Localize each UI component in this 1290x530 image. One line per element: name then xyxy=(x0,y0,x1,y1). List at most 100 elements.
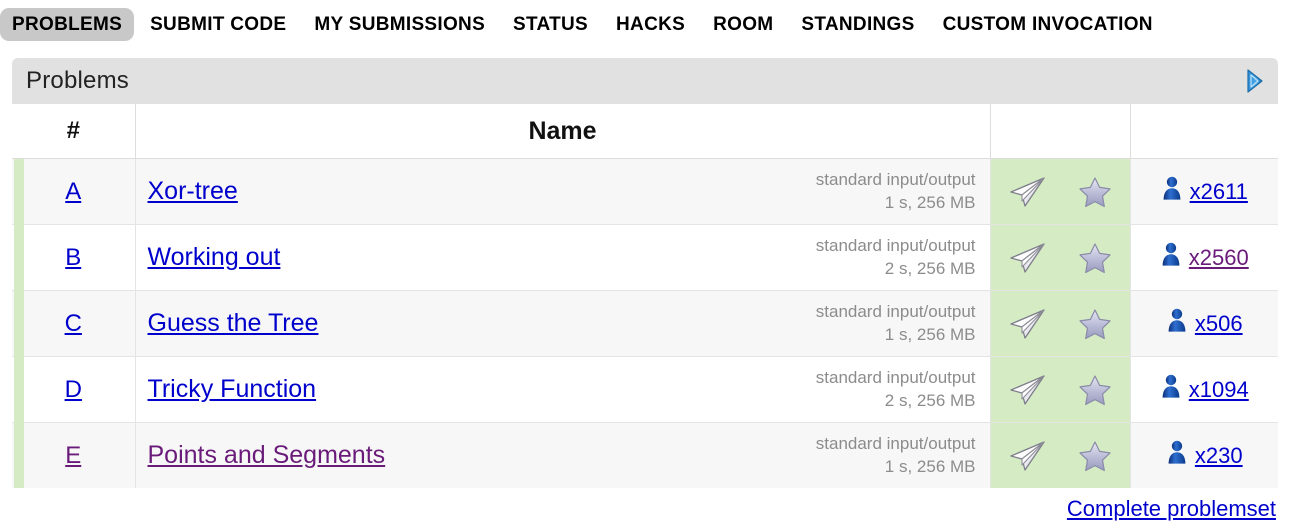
cell-name: Points and Segments standard input/output… xyxy=(135,422,991,488)
solved-count-group: x1094 xyxy=(1131,357,1279,422)
problems-panel: Problems # Name A Xor-tree standard inpu… xyxy=(12,58,1278,488)
nav-item-status[interactable]: STATUS xyxy=(501,8,600,41)
problem-index-link[interactable]: A xyxy=(12,178,135,206)
cell-index: C xyxy=(12,290,136,357)
star-icon[interactable] xyxy=(1077,439,1113,473)
problems-table: # Name A Xor-tree standard input/output 1 s… xyxy=(12,104,1278,488)
problem-limits: standard input/output 2 s, 256 MB xyxy=(816,235,976,281)
nav-item-custom-invocation[interactable]: CUSTOM INVOCATION xyxy=(931,8,1165,41)
solved-count-link[interactable]: x506 xyxy=(1195,311,1243,337)
table-header-row: # Name xyxy=(12,104,1278,159)
complete-problemset-link[interactable]: Complete problemset xyxy=(1067,496,1276,521)
star-icon[interactable] xyxy=(1077,175,1113,209)
nav-item-standings[interactable]: STANDINGS xyxy=(789,8,926,41)
problem-limits: standard input/output 1 s, 256 MB xyxy=(816,433,976,479)
paper-plane-icon[interactable] xyxy=(1007,373,1047,407)
problem-name-row: Points and Segments standard input/output… xyxy=(136,423,990,488)
problem-io: standard input/output xyxy=(815,367,976,387)
star-icon[interactable] xyxy=(1077,373,1113,407)
solved-count-group: x230 xyxy=(1131,423,1279,488)
cell-actions xyxy=(990,356,1131,423)
cell-actions xyxy=(990,422,1131,488)
problem-limits: standard input/output 1 s, 256 MB xyxy=(816,169,976,215)
table-row: C Guess the Tree standard input/output 1 s,… xyxy=(12,290,1279,357)
column-header-name: Name xyxy=(135,104,991,159)
problems-panel-header: Problems xyxy=(12,58,1278,104)
solved-count-link[interactable]: x1094 xyxy=(1189,377,1249,403)
problem-time-memory: 1 s, 256 MB xyxy=(884,456,976,476)
table-row: D Tricky Function standard input/output 2 s… xyxy=(12,356,1279,423)
user-icon xyxy=(1166,307,1188,340)
solved-count-group: x506 xyxy=(1131,291,1279,356)
cell-actions xyxy=(990,158,1131,225)
cell-index: E xyxy=(12,422,136,488)
problem-limits: standard input/output 1 s, 256 MB xyxy=(816,301,976,347)
problems-table-wrapper: # Name A Xor-tree standard input/output 1 s… xyxy=(12,104,1278,488)
problem-time-memory: 2 s, 256 MB xyxy=(884,390,976,410)
problem-io: standard input/output xyxy=(815,169,976,189)
problems-table-head: # Name xyxy=(12,104,1278,159)
star-icon[interactable] xyxy=(1077,307,1113,341)
cell-solved-count: x2560 xyxy=(1130,224,1279,291)
nav-item-submit-code[interactable]: SUBMIT CODE xyxy=(138,8,298,41)
table-row: B Working out standard input/output 2 s, 25… xyxy=(12,224,1279,291)
column-header-solved xyxy=(1130,104,1278,159)
user-icon xyxy=(1161,175,1183,208)
main-navigation: PROBLEMS SUBMIT CODE MY SUBMISSIONS STAT… xyxy=(0,0,1290,48)
nav-item-hacks[interactable]: HACKS xyxy=(604,8,697,41)
problem-index-link[interactable]: C xyxy=(12,310,135,338)
paper-plane-icon[interactable] xyxy=(1007,241,1047,275)
paper-plane-icon[interactable] xyxy=(1007,439,1047,473)
problem-actions xyxy=(991,423,1130,488)
paper-plane-icon[interactable] xyxy=(1007,175,1047,209)
solved-count-link[interactable]: x230 xyxy=(1195,443,1243,469)
problem-time-memory: 2 s, 256 MB xyxy=(884,258,976,278)
nav-item-my-submissions[interactable]: MY SUBMISSIONS xyxy=(302,8,497,41)
problem-index-link[interactable]: D xyxy=(12,376,135,404)
problem-name-row: Working out standard input/output 2 s, 256… xyxy=(136,225,990,290)
cell-solved-count: x2611 xyxy=(1130,158,1278,225)
problem-io: standard input/output xyxy=(815,235,976,255)
triangle-right-icon[interactable] xyxy=(1246,69,1264,93)
table-row: A Xor-tree standard input/output 1 s, 256 M… xyxy=(12,158,1278,225)
problem-actions xyxy=(991,357,1130,422)
problem-limits: standard input/output 2 s, 256 MB xyxy=(816,367,976,413)
problem-name-row: Xor-tree standard input/output 1 s, 256 MB xyxy=(136,159,990,224)
problem-index-link[interactable]: B xyxy=(12,244,135,272)
participated-accent-strip xyxy=(14,158,24,488)
problems-table-body: A Xor-tree standard input/output 1 s, 256 M… xyxy=(12,158,1279,488)
cell-index: A xyxy=(12,158,136,225)
problem-io: standard input/output xyxy=(815,433,976,453)
problem-name-row: Tricky Function standard input/output 2 s,… xyxy=(136,357,990,422)
solved-count-link[interactable]: x2560 xyxy=(1189,245,1249,271)
cell-name: Xor-tree standard input/output 1 s, 256 MB xyxy=(135,158,991,225)
user-icon xyxy=(1160,373,1182,406)
paper-plane-icon[interactable] xyxy=(1007,307,1047,341)
cell-index: B xyxy=(12,224,136,291)
cell-name: Tricky Function standard input/output 2 s,… xyxy=(135,356,991,423)
problem-index-link[interactable]: E xyxy=(12,442,135,470)
cell-actions xyxy=(990,224,1131,291)
problem-actions xyxy=(991,291,1130,356)
problem-name-link[interactable]: Xor-tree xyxy=(148,177,238,206)
star-icon[interactable] xyxy=(1077,241,1113,275)
column-header-actions xyxy=(990,104,1131,159)
table-row: E Points and Segments standard input/outpu… xyxy=(12,422,1279,488)
solved-count-link[interactable]: x2611 xyxy=(1190,179,1248,205)
problem-name-link[interactable]: Working out xyxy=(148,243,281,272)
problem-name-link[interactable]: Tricky Function xyxy=(148,375,317,404)
cell-name: Working out standard input/output 2 s, 256… xyxy=(135,224,991,291)
user-icon xyxy=(1166,439,1188,472)
nav-item-room[interactable]: ROOM xyxy=(701,8,785,41)
problem-actions xyxy=(991,225,1130,290)
problem-name-link[interactable]: Guess the Tree xyxy=(148,309,319,338)
nav-item-problems[interactable]: PROBLEMS xyxy=(0,7,135,41)
cell-index: D xyxy=(12,356,136,423)
solved-count-group: x2560 xyxy=(1131,225,1279,290)
cell-solved-count: x230 xyxy=(1130,422,1279,488)
cell-solved-count: x506 xyxy=(1130,290,1279,357)
problem-actions xyxy=(991,159,1130,224)
problem-time-memory: 1 s, 256 MB xyxy=(884,192,976,212)
problem-name-link[interactable]: Points and Segments xyxy=(148,441,386,470)
cell-actions xyxy=(990,290,1131,357)
